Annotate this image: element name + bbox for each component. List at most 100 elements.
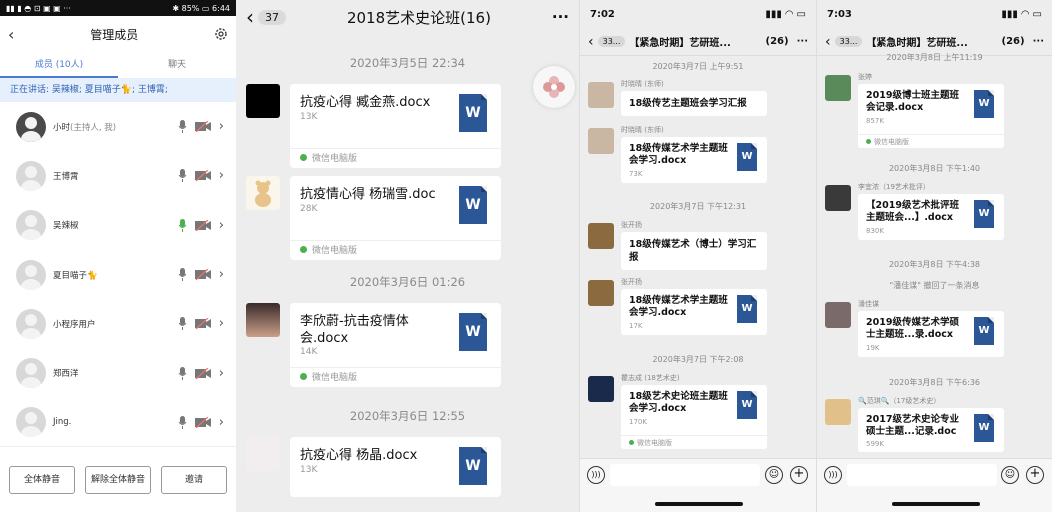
voice-icon[interactable]: ))) xyxy=(824,466,842,484)
file-message: 抗疫情心得 杨瑞雪.doc 28K W 微信电脑版 xyxy=(246,176,501,260)
chevron-right-icon[interactable]: › xyxy=(219,119,224,134)
voice-icon[interactable]: ))) xyxy=(587,466,605,484)
more-icon[interactable]: ··· xyxy=(1033,36,1044,47)
member-count: (26) xyxy=(765,36,789,47)
member-row[interactable]: 王博霄 › xyxy=(0,151,236,200)
chevron-right-icon[interactable]: › xyxy=(219,267,224,282)
avatar[interactable] xyxy=(588,376,614,402)
file-name: 抗疫情心得 杨瑞雪.doc xyxy=(300,187,436,202)
avatar[interactable] xyxy=(246,303,280,337)
back-icon[interactable]: ‹ xyxy=(8,25,14,44)
file-message: 抗疫心得 杨晶.docx 13K W xyxy=(246,437,501,497)
file-card[interactable]: 18级艺术史论班主题班会学习.docx 170K W 微信电脑版 xyxy=(621,385,767,449)
plus-icon[interactable]: + xyxy=(1026,466,1044,484)
camera-off-icon[interactable] xyxy=(194,367,211,379)
member-row[interactable]: 小程序用户 › xyxy=(0,299,236,348)
avatar[interactable] xyxy=(588,82,614,108)
emoji-icon[interactable]: ☺ xyxy=(1001,466,1019,484)
tab-members[interactable]: 成员 (10人) xyxy=(0,52,118,78)
sender-name: 李宜浓（19艺术批评） xyxy=(858,183,930,191)
mute-all-button[interactable]: 全体静音 xyxy=(9,465,75,494)
file-size: 19K xyxy=(866,344,880,352)
microphone-icon[interactable] xyxy=(178,317,187,331)
member-row[interactable]: 夏目喵子🐈 › xyxy=(0,250,236,299)
camera-off-icon[interactable] xyxy=(194,219,211,231)
camera-off-icon[interactable] xyxy=(194,416,211,428)
file-card[interactable]: 抗疫情心得 杨瑞雪.doc 28K W 微信电脑版 xyxy=(290,176,501,260)
home-indicator xyxy=(655,502,743,506)
file-card[interactable]: 2017级艺术史论专业硕士主题...记录.doc 599K W xyxy=(858,408,1004,452)
avatar xyxy=(16,210,46,241)
file-size: 28K xyxy=(300,204,318,214)
camera-off-icon[interactable] xyxy=(194,121,211,133)
word-doc-icon: W xyxy=(459,313,487,351)
member-row[interactable]: Jing. › xyxy=(0,398,236,447)
more-icon[interactable]: ··· xyxy=(797,36,808,47)
back-icon[interactable]: ‹ xyxy=(246,5,254,29)
file-card[interactable]: 抗疫心得 杨晶.docx 13K W xyxy=(290,437,501,497)
avatar[interactable] xyxy=(825,302,851,328)
file-card[interactable]: 【2019级艺术批评班主题班会...】.docx 830K W xyxy=(858,194,1004,240)
avatar[interactable] xyxy=(825,399,851,425)
timestamp: 2020年3月6日 12:55 xyxy=(349,409,466,423)
message-input[interactable] xyxy=(610,464,760,486)
avatar[interactable] xyxy=(246,176,280,210)
microphone-icon[interactable] xyxy=(178,120,187,134)
message-input[interactable] xyxy=(847,464,997,486)
emoji-icon[interactable]: ☺ xyxy=(765,466,783,484)
chevron-right-icon[interactable]: › xyxy=(219,415,224,430)
unmute-all-button[interactable]: 解除全体静音 xyxy=(85,465,151,494)
word-doc-icon: W xyxy=(974,414,994,442)
more-icon[interactable]: ··· xyxy=(552,8,569,26)
avatar[interactable] xyxy=(588,223,614,249)
file-message: 潘佳谋 2019级传媒艺术学硕士主题班...录.docx 19K W xyxy=(825,300,1045,362)
file-message: 张婷 2019级博士班主题班会记录.docx 857K W 微信电脑版 xyxy=(825,73,1045,149)
microphone-icon[interactable] xyxy=(178,218,187,232)
member-name: 小时(主持人, 我) xyxy=(53,122,117,133)
gear-icon[interactable] xyxy=(214,27,228,41)
message-bubble[interactable]: 18级传艺主题班会学习汇报 xyxy=(621,91,767,116)
timestamp: 2020年3月8日 下午6:36 xyxy=(888,378,981,387)
avatar[interactable] xyxy=(588,128,614,154)
avatar[interactable] xyxy=(825,185,851,211)
file-name: 【2019级艺术批评班主题班会...】.docx xyxy=(866,200,959,223)
file-card[interactable]: 2019级传媒艺术学硕士主题班...录.docx 19K W xyxy=(858,311,1004,357)
sender-name: 张婷 xyxy=(858,73,872,81)
tab-chat[interactable]: 聊天 xyxy=(118,52,236,78)
chat-title: 【紧急时期】艺研班... xyxy=(866,38,968,49)
file-card[interactable]: 18级传媒艺术学主题班会学习.docx 73K W xyxy=(621,137,767,183)
camera-off-icon[interactable] xyxy=(194,318,211,330)
back-icon[interactable]: ‹ xyxy=(825,34,831,50)
file-card[interactable]: 抗疫心得 臧金燕.docx 13K W 微信电脑版 xyxy=(290,84,501,168)
floating-window-icon[interactable] xyxy=(533,66,575,108)
member-row[interactable]: 小时(主持人, 我) › xyxy=(0,102,236,151)
chevron-right-icon[interactable]: › xyxy=(219,316,224,331)
back-icon[interactable]: ‹ xyxy=(588,34,594,50)
message-bubble[interactable]: 18级传媒艺术（博士）学习汇报 xyxy=(621,232,767,270)
avatar[interactable] xyxy=(588,280,614,306)
camera-off-icon[interactable] xyxy=(194,170,211,182)
camera-off-icon[interactable] xyxy=(194,269,211,281)
avatar xyxy=(16,308,46,339)
microphone-icon[interactable] xyxy=(178,415,187,429)
chevron-right-icon[interactable]: › xyxy=(219,168,224,183)
avatar[interactable] xyxy=(825,75,851,101)
file-size: 14K xyxy=(300,347,318,357)
invite-button[interactable]: 邀请 xyxy=(161,465,227,494)
member-row[interactable]: 吴辣椒 › xyxy=(0,201,236,250)
clock: 7:03 xyxy=(827,8,852,20)
file-card[interactable]: 2019级博士班主题班会记录.docx 857K W 微信电脑版 xyxy=(858,84,1004,148)
file-message: 瞿志成 (18艺术史) 18级艺术史论班主题班会学习.docx 170K W 微… xyxy=(588,374,808,454)
chevron-right-icon[interactable]: › xyxy=(219,218,224,233)
microphone-icon[interactable] xyxy=(178,366,187,380)
avatar[interactable] xyxy=(246,437,280,471)
plus-icon[interactable]: + xyxy=(790,466,808,484)
member-name: 小程序用户 xyxy=(53,319,96,330)
microphone-icon[interactable] xyxy=(178,268,187,282)
file-card[interactable]: 李欣蔚-抗击疫情体会.docx 14K W 微信电脑版 xyxy=(290,303,501,387)
file-card[interactable]: 18级传媒艺术学主题班会学习.docx 17K W xyxy=(621,289,767,335)
avatar[interactable] xyxy=(246,84,280,118)
member-row[interactable]: 郑西洋 › xyxy=(0,348,236,397)
microphone-icon[interactable] xyxy=(178,169,187,183)
chevron-right-icon[interactable]: › xyxy=(219,366,224,381)
